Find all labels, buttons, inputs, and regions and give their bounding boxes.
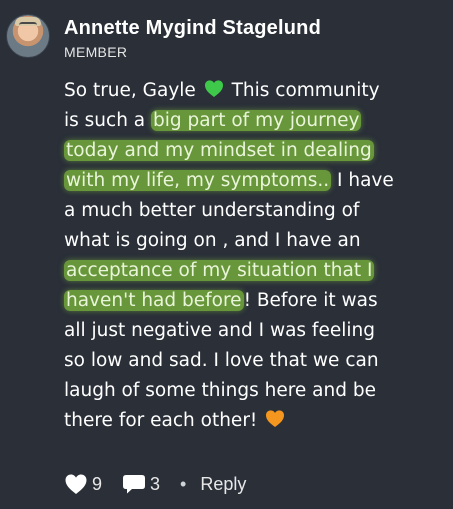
post-text: So true, Gayle: [64, 80, 202, 101]
post-text-line: laugh of some things here and be: [64, 376, 450, 406]
separator-dot: •: [180, 473, 187, 494]
post-text-line: today and my mindset in dealing: [64, 136, 450, 166]
highlighted-text: big part of my journey: [151, 110, 362, 131]
comment-count: 3: [150, 473, 161, 494]
post-text: there for each other!: [64, 410, 264, 431]
comment-icon[interactable]: [122, 473, 146, 495]
post-body: So true, Gayle This community is such a b…: [64, 76, 450, 436]
post-text-line: So true, Gayle This community: [64, 76, 450, 106]
highlighted-text: acceptance of my situation that I: [64, 260, 375, 281]
post-text: I have: [331, 170, 394, 191]
post-text-line: with my life, my symptoms.. I have: [64, 166, 450, 196]
reply-button[interactable]: Reply: [200, 474, 246, 495]
heart-icon[interactable]: [64, 473, 88, 495]
highlighted-text: with my life, my symptoms..: [64, 170, 332, 191]
post-text-line: a much better understanding of: [64, 196, 450, 226]
author-avatar[interactable]: [6, 14, 50, 58]
post-text: ! Before it was: [243, 290, 378, 311]
highlighted-text: today and my mindset in dealing: [64, 140, 374, 161]
orange-heart-emoji-icon: [265, 409, 285, 429]
post-text: all just negative and I was feeling: [64, 320, 375, 341]
post-text-line: acceptance of my situation that I: [64, 256, 450, 286]
post-text-line: haven't had before! Before it was: [64, 286, 450, 316]
post-text: is such a: [64, 110, 152, 131]
like-count: 9: [92, 473, 103, 494]
post-header: Annette Mygind Stagelund MEMBER: [0, 0, 453, 70]
post-text-line: there for each other!: [64, 406, 450, 436]
author-name[interactable]: Annette Mygind Stagelund: [64, 17, 321, 40]
post-text: what is going on , and I have an: [64, 230, 361, 251]
author-role-badge: MEMBER: [64, 44, 128, 60]
green-heart-emoji-icon: [204, 79, 224, 99]
post-text-line: what is going on , and I have an: [64, 226, 450, 256]
post-text-line: so low and sad. I love that we can: [64, 346, 450, 376]
post-actions: 9 3 • Reply: [64, 470, 246, 498]
post-text: laugh of some things here and be: [64, 380, 376, 401]
avatar-glasses: [19, 22, 37, 29]
post-text-line: is such a big part of my journey: [64, 106, 450, 136]
highlighted-text: haven't had before: [64, 290, 244, 311]
post-text: This community: [225, 80, 380, 101]
post-text: so low and sad. I love that we can: [64, 350, 379, 371]
post-text-line: all just negative and I was feeling: [64, 316, 450, 346]
post-text: a much better understanding of: [64, 200, 360, 221]
